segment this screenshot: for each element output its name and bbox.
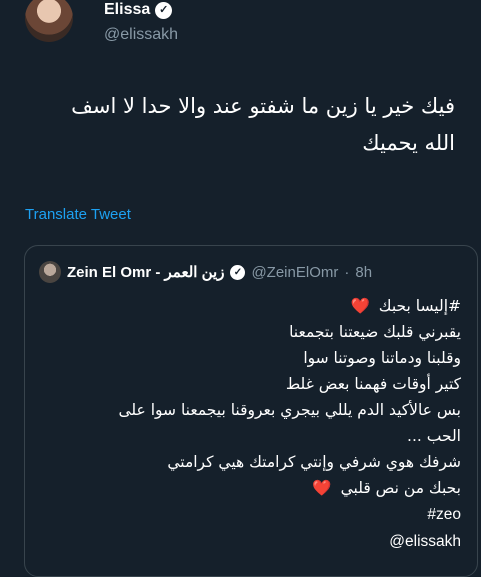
heart-icon: ❤️: [350, 297, 370, 315]
tweet-text-line: الله يحميك: [362, 131, 455, 155]
quoted-tweet-time[interactable]: 8h: [355, 264, 372, 281]
tweet-text: فيك خير يا زين ما شفتو عند والا حدا لا ا…: [15, 88, 455, 162]
quoted-line: كتير أوقات فهمنا بعض غلط: [285, 375, 461, 393]
quoted-tweet-card[interactable]: Zein El Omr - زين العمر ✓ @ZeinElOmr · 8…: [24, 245, 478, 577]
mention-link[interactable]: @elissakh: [389, 533, 461, 550]
translate-tweet-link[interactable]: Translate Tweet: [25, 206, 131, 223]
quoted-line: بحبك من نص قلبي ❤️: [31, 475, 461, 501]
verified-badge-icon: ✓: [230, 264, 246, 280]
quoted-line: #إليسا بحبك ❤️: [31, 293, 461, 319]
verified-badge-icon: ✓: [155, 1, 173, 19]
quoted-author-avatar[interactable]: [39, 261, 61, 283]
hashtag-link[interactable]: #zeo: [427, 506, 461, 523]
quoted-line: @elissakh: [31, 528, 461, 555]
quoted-line: الحب ...: [407, 427, 461, 445]
quoted-tweet-body: #إليسا بحبك ❤️ يقبرني قلبك ضيعتنا بتجمعن…: [31, 293, 461, 555]
quoted-author-handle[interactable]: @ZeinElOmr: [251, 264, 338, 281]
quoted-line: وقلبنا ودماتنا وصوتنا سوا: [303, 349, 461, 367]
author-handle[interactable]: @elissakh: [104, 26, 178, 44]
author-name[interactable]: Elissa: [104, 0, 150, 20]
author-avatar[interactable]: [25, 0, 73, 42]
quoted-line: بس عالأكيد الدم يللي بيجري بعروقنا بيجمع…: [118, 401, 461, 419]
tweet-text-line: فيك خير يا زين ما شفتو عند والا حدا لا ا…: [71, 94, 455, 118]
quoted-line: يقبرني قلبك ضيعتنا بتجمعنا: [289, 323, 461, 341]
quoted-line: #zeo: [31, 501, 461, 528]
heart-icon: ❤️: [312, 479, 332, 497]
author-name-row[interactable]: Elissa ✓: [104, 0, 173, 20]
separator-dot: ·: [344, 263, 350, 281]
quoted-line: شرفك هوي شرفي وإنتي كرامتك هيي كرامتي: [167, 453, 461, 471]
hashtag-link[interactable]: #إليسا بحبك: [379, 297, 461, 315]
quoted-line-text: بحبك من نص قلبي: [340, 479, 461, 497]
quoted-tweet-header: Zein El Omr - زين العمر ✓ @ZeinElOmr · 8…: [39, 261, 372, 283]
quoted-author-name[interactable]: Zein El Omr - زين العمر: [67, 263, 224, 281]
